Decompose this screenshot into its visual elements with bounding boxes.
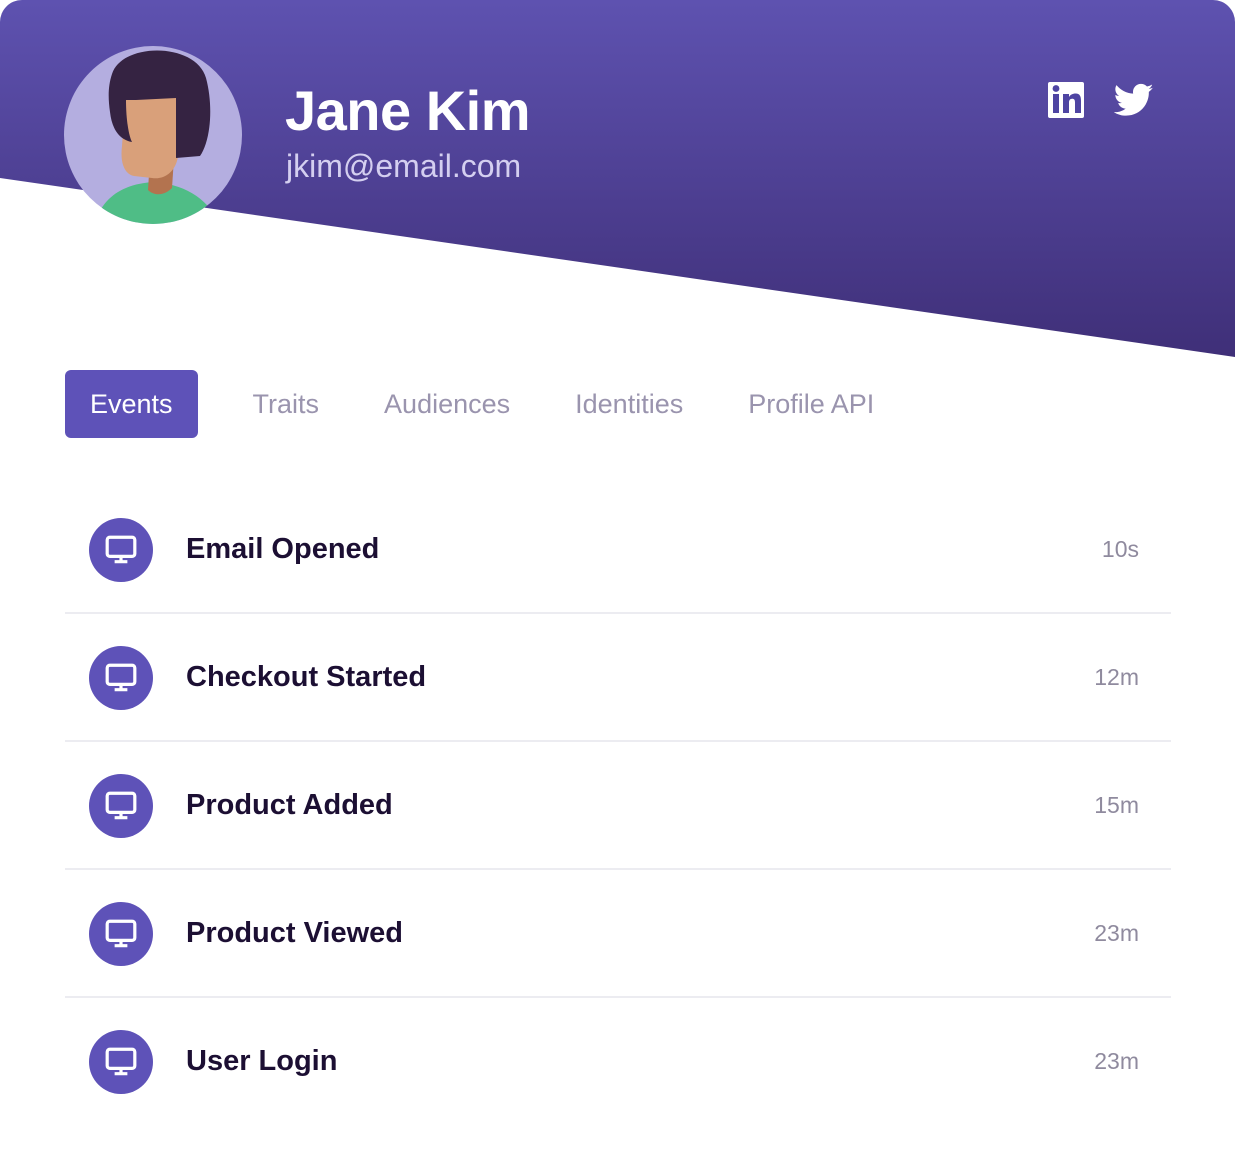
profile-name: Jane Kim (285, 79, 531, 142)
event-row-product-viewed[interactable]: Product Viewed 23m (65, 870, 1171, 998)
monitor-icon (89, 902, 153, 966)
event-title: User Login (186, 1045, 338, 1077)
avatar (64, 46, 242, 224)
twitter-icon[interactable] (1113, 80, 1154, 120)
monitor-icon (89, 774, 153, 838)
event-row-user-login[interactable]: User Login 23m (65, 998, 1171, 1126)
event-title: Product Added (186, 789, 393, 821)
linkedin-icon[interactable] (1047, 80, 1087, 120)
event-time: 12m (1094, 664, 1139, 690)
monitor-icon (89, 1030, 153, 1094)
event-title: Checkout Started (186, 661, 427, 693)
event-time: 15m (1094, 792, 1139, 818)
event-title: Email Opened (186, 533, 380, 565)
event-row-product-added[interactable]: Product Added 15m (65, 742, 1171, 870)
tab-audiences[interactable]: Audiences (359, 370, 535, 438)
event-time: 23m (1094, 1048, 1139, 1074)
event-title: Product Viewed (186, 917, 404, 949)
event-row-email-opened[interactable]: Email Opened 10s (65, 486, 1171, 614)
event-row-checkout-started[interactable]: Checkout Started 12m (65, 614, 1171, 742)
tab-profile-api[interactable]: Profile API (723, 370, 899, 438)
tab-identities[interactable]: Identities (550, 370, 708, 438)
profile-email[interactable]: jkim@email.com (286, 148, 521, 185)
monitor-icon (89, 518, 153, 582)
event-time: 10s (1101, 536, 1139, 562)
profile-card: Jane Kim jkim@email.com Events Traits Au… (0, 0, 1235, 1162)
event-list: Email Opened 10s Checkout Started 12m Pr… (65, 486, 1171, 1126)
tab-bar: Events Traits Audiences Identities Profi… (65, 370, 899, 438)
tab-events[interactable]: Events (65, 370, 198, 438)
event-time: 23m (1094, 920, 1139, 946)
tab-traits[interactable]: Traits (228, 370, 345, 438)
monitor-icon (89, 646, 153, 710)
